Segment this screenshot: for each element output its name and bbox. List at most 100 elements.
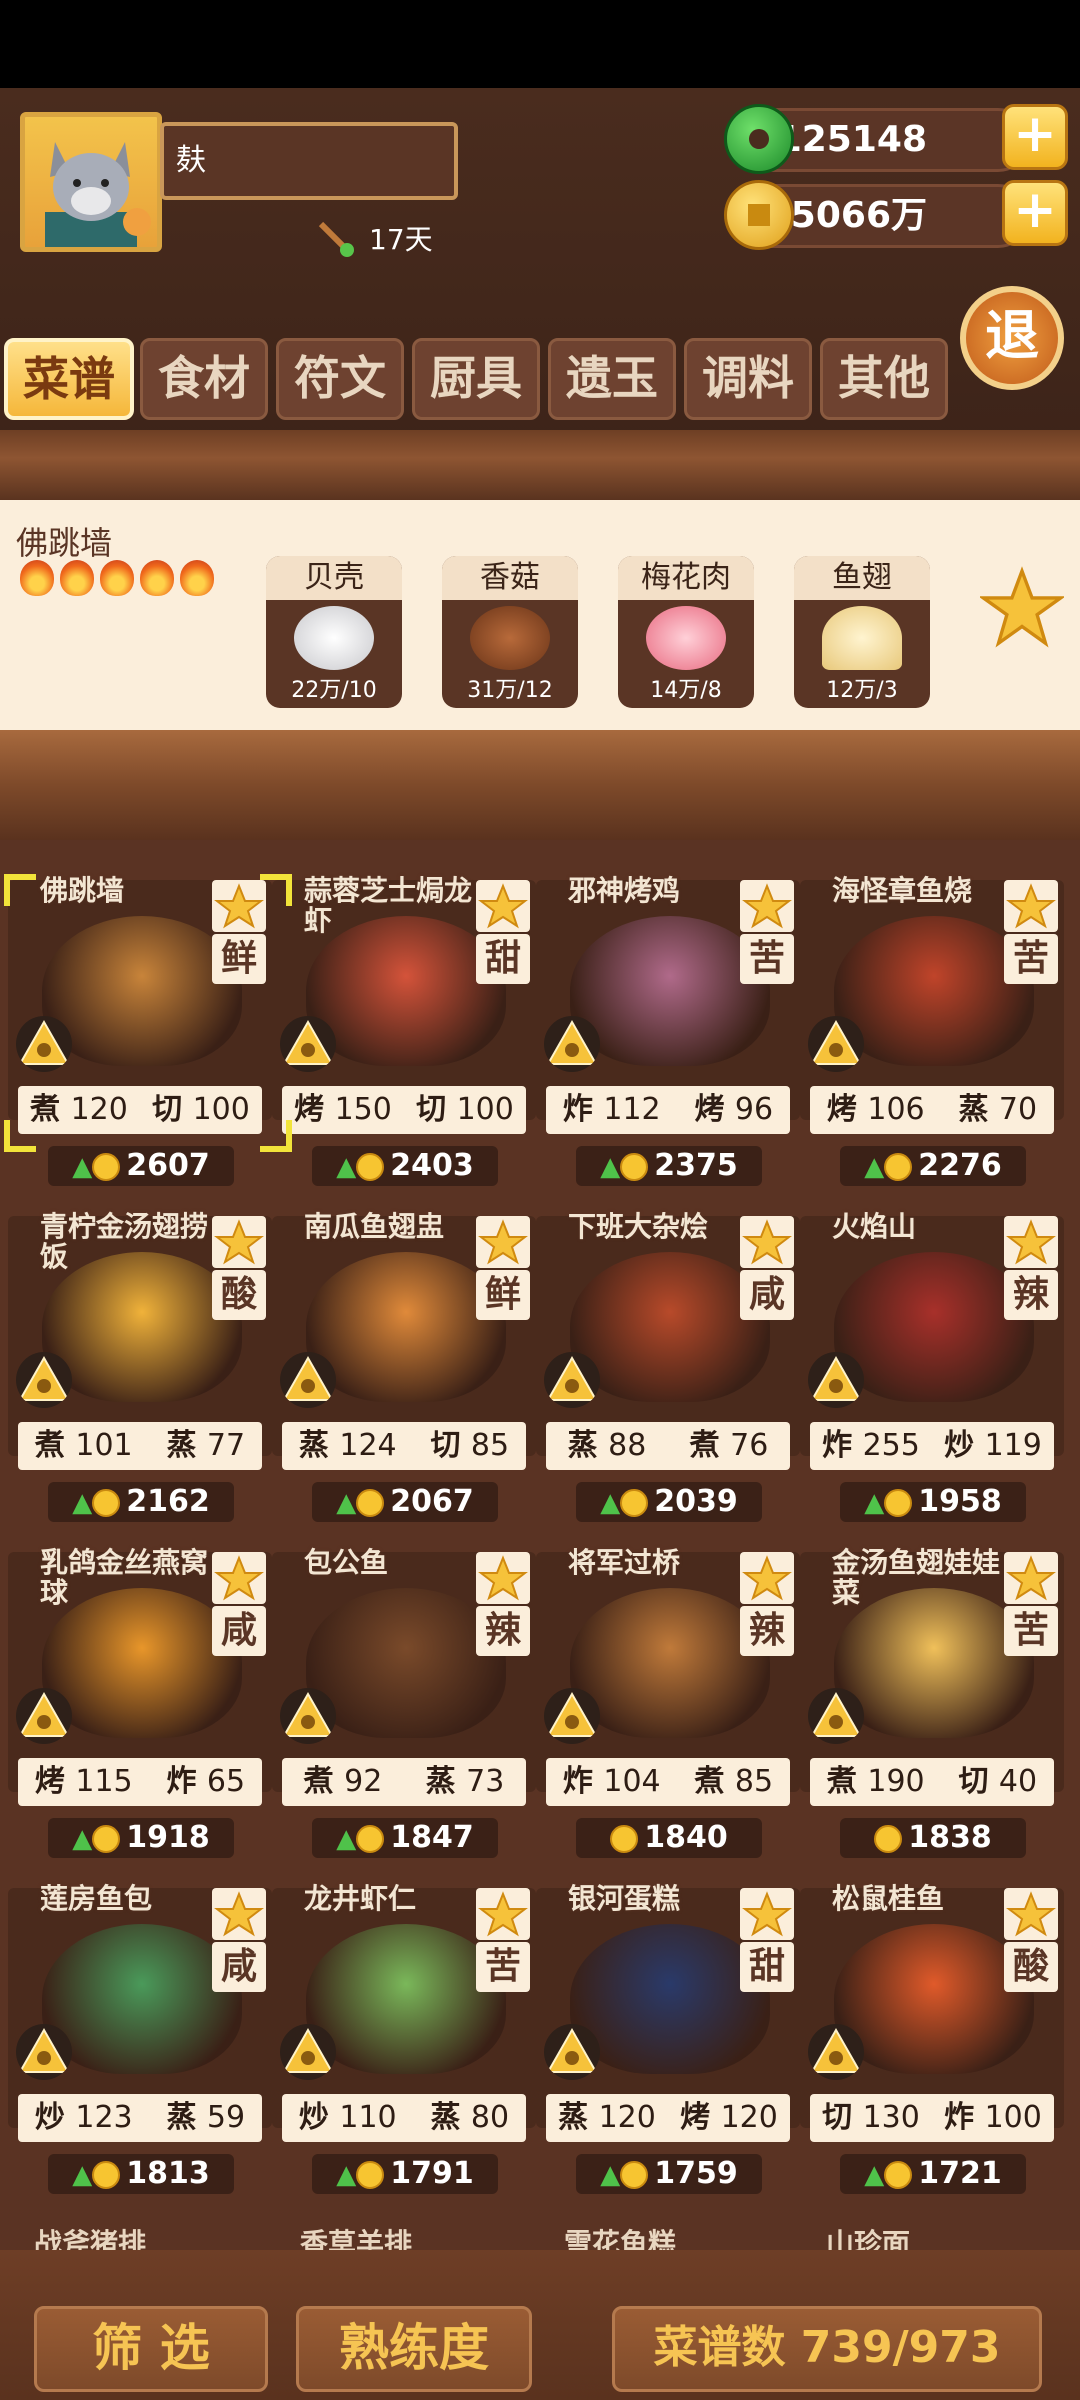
ingredient-shark-fin[interactable]: 鱼翅 12万/3 [794, 556, 930, 708]
player-avatar[interactable] [20, 112, 162, 252]
price-up-arrow-icon: ▲ [600, 1152, 621, 1182]
favorite-star-icon[interactable] [980, 566, 1064, 650]
tab-runes[interactable]: 符文 [276, 338, 404, 420]
recipe-grid: 佛跳墙鲜煮 120 切 100 ▲ 2607 蒜蓉芝士焗龙虾甜烤 150 切 100 ▲ 24… [0, 840, 1080, 2250]
cooking-stats: 炸 255 炒 119 [810, 1422, 1054, 1470]
recipe-card[interactable]: 火焰山辣炸 255 炒 119 ▲ 1958 [800, 1176, 1064, 1522]
shark-fin-icon [822, 606, 902, 670]
selection-corner [4, 874, 36, 906]
price-up-arrow-icon: ▲ [336, 1824, 357, 1854]
method-value: 106 [867, 1092, 925, 1127]
method-label: 炸 [562, 1092, 593, 1127]
taste-badge: 鲜 [212, 934, 266, 984]
price-up-arrow-icon: ▲ [864, 2160, 885, 2190]
price-value: 2375 [654, 1148, 738, 1183]
method-label: 烤 [34, 1764, 65, 1799]
tab-recipes[interactable]: 菜谱 [4, 338, 134, 420]
cooking-stats: 烤 106 蒸 70 [810, 1086, 1054, 1134]
rune-icon [280, 1352, 336, 1408]
price-up-arrow-icon: ▲ [336, 1488, 357, 1518]
star-icon [740, 880, 794, 932]
price-value: 1791 [390, 2156, 474, 2191]
method-value: 124 [339, 1428, 397, 1463]
recipe-card[interactable]: 佛跳墙鲜煮 120 切 100 ▲ 2607 [8, 840, 272, 1186]
exit-button[interactable]: 退 [960, 286, 1064, 390]
recipe-price: ▲ 2607 [48, 1146, 234, 1186]
recipe-name-partial: 香草羊排 [300, 2227, 413, 2250]
mastery-button[interactable]: 熟练度 [296, 2306, 532, 2392]
filter-button[interactable]: 筛 选 [34, 2306, 268, 2392]
ingredient-shell[interactable]: 贝壳 22万/10 [266, 556, 402, 708]
tab-others[interactable]: 其他 [820, 338, 948, 420]
star-icon [476, 1888, 530, 1940]
coin-icon [92, 2160, 121, 2189]
method-value: 255 [862, 1428, 920, 1463]
recipe-card[interactable]: 莲房鱼包咸炒 123 蒸 59 ▲ 1813 [8, 1848, 272, 2194]
price-up-arrow-icon: ▲ [336, 1152, 357, 1182]
selection-corner [260, 874, 292, 906]
recipe-name: 莲房鱼包 [40, 1882, 153, 1915]
add-jade-button[interactable]: + [1002, 104, 1068, 170]
rune-icon [808, 1352, 864, 1408]
method-value: 110 [339, 2100, 397, 2135]
ingredient-pork[interactable]: 梅花肉 14万/8 [618, 556, 754, 708]
recipe-card[interactable]: 银河蛋糕甜蒸 120 烤 120 ▲ 1759 [536, 1848, 800, 2194]
ingredient-mushroom[interactable]: 香菇 31万/12 [442, 556, 578, 708]
price-value: 1847 [390, 1820, 474, 1855]
recipe-card[interactable]: 南瓜鱼翅盅鲜蒸 124 切 85 ▲ 2067 [272, 1176, 536, 1522]
method-value: 65 [206, 1764, 246, 1799]
star-icon [740, 1888, 794, 1940]
method-value: 104 [603, 1764, 661, 1799]
add-coins-button[interactable]: + [1002, 180, 1068, 246]
selection-corner [4, 1120, 36, 1152]
rune-icon [16, 1688, 72, 1744]
recipe-card[interactable]: 将军过桥辣炸 104 煮 85 1840 [536, 1512, 800, 1858]
tab-ingredients[interactable]: 食材 [140, 338, 268, 420]
cooking-stats: 蒸 120 烤 120 [546, 2094, 790, 2142]
tab-utensils[interactable]: 厨具 [412, 338, 540, 420]
price-up-arrow-icon: ▲ [600, 1488, 621, 1518]
rune-icon [544, 2024, 600, 2080]
recipe-name: 青柠金汤翅捞饭 [40, 1210, 209, 1273]
cooking-stats: 煮 190 切 40 [810, 1758, 1054, 1806]
method-label: 煮 [303, 1764, 334, 1799]
recipe-card[interactable]: 海怪章鱼烧苦烤 106 蒸 70 ▲ 2276 [800, 840, 1064, 1186]
price-value: 1813 [126, 2156, 210, 2191]
recipe-card[interactable]: 包公鱼辣煮 92 蒸 73 ▲ 1847 [272, 1512, 536, 1858]
ingredient-count: 22万/10 [291, 678, 377, 703]
recipe-card[interactable]: 下班大杂烩咸蒸 88 煮 76 ▲ 2039 [536, 1176, 800, 1522]
method-value: 130 [862, 2100, 920, 2135]
recipe-card[interactable]: 龙井虾仁苦炒 110 蒸 80 ▲ 1791 [272, 1848, 536, 2194]
recipe-card[interactable]: 青柠金汤翅捞饭酸煮 101 蒸 77 ▲ 2162 [8, 1176, 272, 1522]
cooking-stats: 炸 104 煮 85 [546, 1758, 790, 1806]
recipe-name: 下班大杂烩 [568, 1210, 709, 1243]
method-value: 115 [75, 1764, 133, 1799]
recipe-card[interactable]: 邪神烤鸡苦炸 112 烤 96 ▲ 2375 [536, 840, 800, 1186]
coin-icon [92, 1152, 121, 1181]
rune-icon [280, 2024, 336, 2080]
star-icon [1004, 1888, 1058, 1940]
recipe-card[interactable]: 金汤鱼翅娃娃菜苦煮 190 切 40 1838 [800, 1512, 1064, 1858]
recipe-name: 南瓜鱼翅盅 [304, 1210, 445, 1243]
price-value: 1838 [908, 1820, 992, 1855]
price-value: 2067 [390, 1484, 474, 1519]
rune-icon [808, 1688, 864, 1744]
coin-icon [356, 1152, 385, 1181]
recipe-card[interactable]: 乳鸽金丝燕窝球咸烤 115 炸 65 ▲ 1918 [8, 1512, 272, 1858]
recipe-card[interactable]: 蒜蓉芝士焗龙虾甜烤 150 切 100 ▲ 2403 [272, 840, 536, 1186]
taste-badge: 辣 [1004, 1270, 1058, 1320]
recipe-card[interactable]: 松鼠桂鱼酸切 130 炸 100 ▲ 1721 [800, 1848, 1064, 2194]
recipe-name: 将军过桥 [568, 1546, 681, 1579]
player-name: 麸 [160, 122, 458, 200]
coin-icon [356, 1824, 385, 1853]
cooking-stats: 煮 101 蒸 77 [18, 1422, 262, 1470]
method-label: 炸 [166, 1764, 197, 1799]
tab-relic-jade[interactable]: 遗玉 [548, 338, 676, 420]
price-value: 2039 [654, 1484, 738, 1519]
next-row-peek: 战斧猪排 香草羊排 雪花鱼糕 山珍面 [0, 2224, 1080, 2250]
cooking-stats: 切 130 炸 100 [810, 2094, 1054, 2142]
price-value: 1958 [918, 1484, 1002, 1519]
taste-badge: 苦 [476, 1942, 530, 1992]
tab-seasonings[interactable]: 调料 [684, 338, 812, 420]
star-icon [212, 1552, 266, 1604]
